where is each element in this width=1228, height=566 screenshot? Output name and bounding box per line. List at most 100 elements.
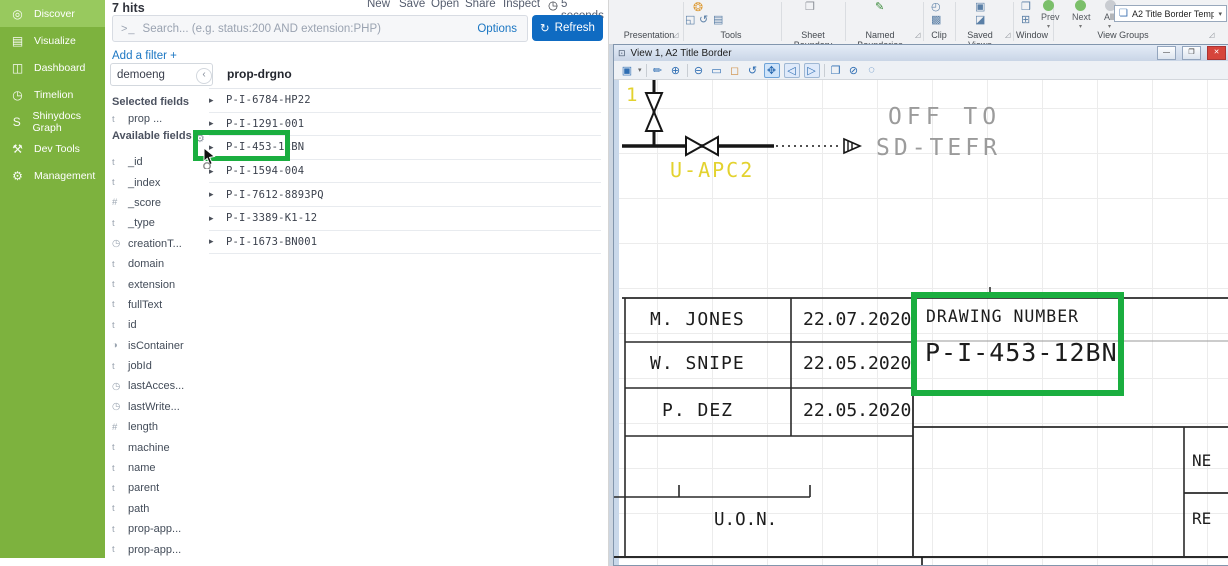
field-item[interactable]: tpath — [112, 499, 217, 519]
drawing-canvas[interactable]: 1 U-APC2 OFF TO SD-TEFR M. JONES 22.07.2… — [614, 80, 1228, 565]
expand-row-icon[interactable]: ▸ — [209, 236, 218, 247]
search-input[interactable]: >_ Search... (e.g. status:200 AND extens… — [112, 15, 528, 42]
view-attributes-icon[interactable]: ▣ — [620, 64, 634, 77]
field-item[interactable]: t_index — [112, 172, 217, 192]
table-column-header[interactable]: prop-drgno — [227, 67, 292, 81]
zoom-out-icon[interactable]: ⊖ — [692, 64, 706, 77]
zoom-in-icon[interactable]: ⊕ — [669, 64, 683, 77]
next-view-button-icon[interactable] — [1075, 0, 1086, 11]
menu-item-open[interactable]: Open — [431, 0, 459, 10]
refresh-button[interactable]: ↻ Refresh — [532, 15, 603, 41]
table-row[interactable]: ▸P-I-3389-K1-12 — [209, 207, 601, 231]
copy-view-icon[interactable]: ❐ — [829, 64, 843, 77]
minimize-button[interactable]: — — [1157, 46, 1176, 60]
table-row[interactable]: ▸P-I-7612-8893PQ — [209, 183, 601, 207]
collapse-fields-button[interactable]: ‹ — [196, 68, 212, 84]
sidebar-item-shinydocs-graph[interactable]: S Shinydocs Graph — [0, 108, 105, 135]
sheet-tool-icon[interactable]: ▤ — [713, 13, 723, 26]
menu-item-share[interactable]: Share — [465, 0, 496, 10]
dialog-launcher-icon[interactable]: ◿ — [1005, 31, 1010, 39]
dialog-launcher-icon[interactable]: ◿ — [915, 31, 920, 39]
pan-view-icon[interactable]: ✥ — [764, 63, 780, 78]
view-previous-icon[interactable]: ◁ — [784, 63, 800, 78]
clear-clip-icon[interactable]: ⊘ — [847, 64, 861, 77]
field-item[interactable]: tname — [112, 458, 217, 478]
dialog-launcher-icon[interactable]: ◿ — [1209, 31, 1214, 39]
add-filter-link[interactable]: Add a filter + — [112, 50, 177, 62]
restore-button[interactable]: ❐ — [1182, 46, 1201, 60]
field-type-icon: t — [112, 442, 128, 453]
chevron-down-icon[interactable]: ▾ — [638, 66, 642, 74]
approver-name: M. JONES — [650, 309, 745, 330]
menu-item-inspect[interactable]: Inspect — [503, 0, 540, 10]
selected-field-prop[interactable]: t prop ... — [112, 109, 162, 129]
sheet-boundary-icon[interactable]: ❐ — [805, 0, 815, 13]
all-views-label[interactable]: All — [1104, 12, 1114, 22]
dialog-launcher-icon[interactable]: ◿ — [673, 31, 678, 39]
view-window-titlebar[interactable]: ⊡ View 1, A2 Title Border — ❐ ✕ — [614, 45, 1228, 61]
field-item[interactable]: textension — [112, 274, 217, 294]
field-item[interactable]: tmachine — [112, 437, 217, 457]
sidebar-item-timelion[interactable]: ◷ Timelion — [0, 81, 105, 108]
menu-item-save[interactable]: Save — [399, 0, 425, 10]
field-item[interactable]: ◷creationT... — [112, 234, 217, 254]
chevron-down-icon[interactable]: ▾ — [1108, 23, 1111, 30]
ribbon-group-view-groups: View Groups — [1053, 30, 1193, 40]
sidebar-item-management[interactable]: ⚙ Management — [0, 162, 105, 189]
field-item[interactable]: tid — [112, 315, 217, 335]
field-item[interactable]: #_score — [112, 193, 217, 213]
sidebar-item-discover[interactable]: ◎ Discover — [0, 0, 105, 27]
sidebar-item-dashboard[interactable]: ◫ Dashboard — [0, 54, 105, 81]
field-type-icon: t — [112, 114, 128, 125]
field-item[interactable]: #length — [112, 417, 217, 437]
fit-view-icon[interactable]: ◻ — [728, 64, 742, 77]
table-row[interactable]: ▸P-I-6784-HP22 — [209, 89, 601, 113]
save-view-icon[interactable]: ▣ — [975, 0, 985, 13]
tile-windows-icon[interactable]: ⊞ — [1021, 13, 1030, 26]
rotate-view-icon[interactable]: ↺ — [746, 64, 760, 77]
options-link[interactable]: Options — [477, 23, 517, 35]
prev-view-button-icon[interactable] — [1043, 0, 1054, 11]
update-view-icon[interactable]: ✏ — [651, 64, 665, 77]
field-item[interactable]: tparent — [112, 478, 217, 498]
close-button[interactable]: ✕ — [1207, 46, 1226, 60]
apply-view-icon[interactable]: ◪ — [975, 13, 985, 26]
menu-item-new[interactable]: New — [367, 0, 390, 10]
named-boundaries-icon[interactable]: ✎ — [875, 0, 884, 13]
presentation-icon[interactable]: ❂ — [693, 0, 703, 14]
field-item[interactable]: ◑isContainer — [112, 336, 217, 356]
field-item[interactable]: tdomain — [112, 254, 217, 274]
equipment-label: U-APC2 — [670, 158, 754, 182]
table-row[interactable]: ▸P-I-1673-BN001 — [209, 231, 601, 255]
view-window-title: View 1, A2 Title Border — [631, 48, 1151, 59]
sidebar-item-dev-tools[interactable]: ⚒ Dev Tools — [0, 135, 105, 162]
field-item[interactable]: ◷lastWrite... — [112, 397, 217, 417]
expand-row-icon[interactable]: ▸ — [209, 189, 218, 200]
field-item[interactable]: tprop-app... — [112, 539, 217, 559]
chevron-down-icon[interactable]: ▾ — [1047, 23, 1050, 30]
expand-row-icon[interactable]: ▸ — [209, 95, 218, 106]
fence-tool-icon[interactable]: ◱ — [685, 13, 695, 26]
table-row[interactable]: ▸P-I-1594-004 — [209, 160, 601, 184]
field-item[interactable]: tfullText — [112, 295, 217, 315]
expand-row-icon[interactable]: ▸ — [209, 118, 218, 129]
next-view-label[interactable]: Next — [1072, 12, 1091, 22]
field-item[interactable]: ◷lastAcces... — [112, 376, 217, 396]
field-type-icon: ◷ — [112, 381, 128, 392]
clip-volume-icon[interactable]: ◴ — [931, 0, 941, 13]
field-item[interactable]: t_type — [112, 213, 217, 233]
sidebar-item-visualize[interactable]: ▤ Visualize — [0, 27, 105, 54]
field-item[interactable]: tjobId — [112, 356, 217, 376]
view-group-selector[interactable]: ❏ A2 Title Border Temp Viev ▾ — [1114, 5, 1227, 22]
prev-view-label[interactable]: Prev — [1041, 12, 1060, 22]
view-perspective-icon[interactable]: ◌ — [865, 64, 879, 76]
view-next-icon[interactable]: ▷ — [804, 63, 820, 78]
clock-icon[interactable]: ◷ — [548, 0, 558, 12]
window-area-icon[interactable]: ▭ — [710, 64, 724, 77]
rotate-tool-icon[interactable]: ↺ — [699, 13, 708, 26]
clip-mask-icon[interactable]: ▩ — [931, 13, 941, 26]
expand-row-icon[interactable]: ▸ — [209, 213, 218, 224]
cascade-windows-icon[interactable]: ❒ — [1021, 0, 1031, 13]
field-item[interactable]: tprop-app... — [112, 519, 217, 539]
chevron-down-icon[interactable]: ▾ — [1079, 23, 1082, 30]
